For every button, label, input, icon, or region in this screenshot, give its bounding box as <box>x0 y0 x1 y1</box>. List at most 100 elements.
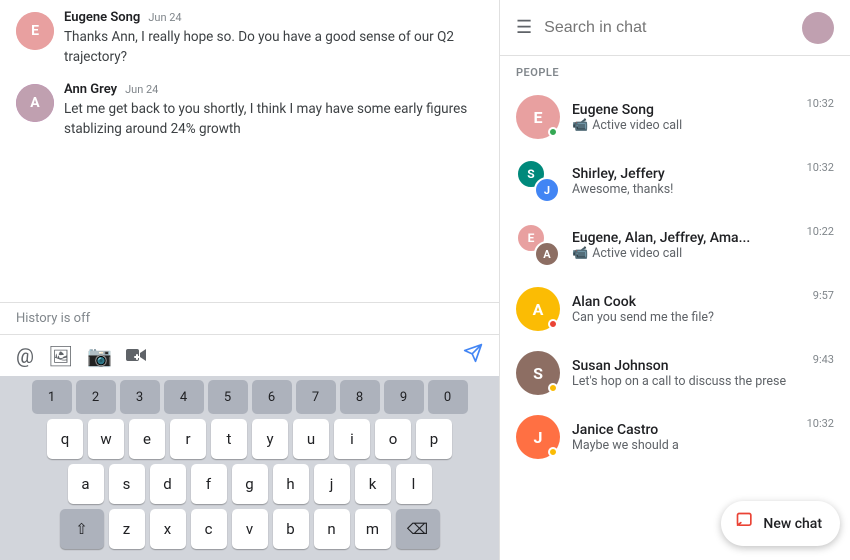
key-letter[interactable]: t <box>211 419 247 459</box>
right-panel: ☰ PEOPLE EEugene Song📹Active video call1… <box>500 0 850 560</box>
key-letter[interactable]: s <box>109 464 145 504</box>
key-letter[interactable]: g <box>232 464 268 504</box>
key-letter[interactable]: l <box>396 464 432 504</box>
input-toolbar: @ 🖼 📷 <box>0 335 499 376</box>
shift-key[interactable]: ⇧ <box>60 509 104 549</box>
chat-preview: Can you send me the file? <box>572 310 801 325</box>
key-letter[interactable]: r <box>170 419 206 459</box>
status-dot <box>548 447 558 457</box>
key-letter[interactable]: x <box>150 509 186 549</box>
key-number[interactable]: 6 <box>252 380 292 414</box>
chat-info: Eugene, Alan, Jeffrey, Ama...📹Active vid… <box>572 230 795 261</box>
key-letter[interactable]: q <box>47 419 83 459</box>
key-number[interactable]: 8 <box>340 380 380 414</box>
message-group: AAnn GreyJun 24Let me get back to you sh… <box>16 82 483 140</box>
left-panel: EEugene SongJun 24Thanks Ann, I really h… <box>0 0 500 560</box>
chat-item[interactable]: S Susan JohnsonLet's hop on a call to dis… <box>500 341 850 405</box>
chat-preview: Maybe we should a <box>572 438 795 453</box>
status-dot <box>548 127 558 137</box>
status-dot <box>548 383 558 393</box>
camera-icon[interactable]: 📷 <box>87 344 112 368</box>
key-letter[interactable]: k <box>355 464 391 504</box>
history-bar: History is off <box>0 302 499 335</box>
key-letter[interactable]: p <box>416 419 452 459</box>
key-number[interactable]: 2 <box>76 380 116 414</box>
chat-info: Alan CookCan you send me the file? <box>572 294 801 325</box>
chat-name: Eugene, Alan, Jeffrey, Ama... <box>572 230 795 246</box>
backspace-key[interactable]: ⌫ <box>396 509 440 549</box>
video-add-icon[interactable] <box>126 344 148 368</box>
mention-icon[interactable]: @ <box>16 344 34 368</box>
key-number[interactable]: 7 <box>296 380 336 414</box>
chat-avatar-wrap: A <box>516 287 560 331</box>
chat-info: Eugene Song📹Active video call <box>572 102 795 133</box>
key-letter[interactable]: w <box>88 419 124 459</box>
keyboard-row-1: qwertyuiop <box>0 419 499 459</box>
key-number[interactable]: 3 <box>120 380 160 414</box>
chat-avatar-wrap: J <box>516 415 560 459</box>
number-row: 1234567890 <box>0 380 499 414</box>
chat-item[interactable]: EEugene Song📹Active video call10:32 <box>500 85 850 149</box>
user-avatar[interactable] <box>802 12 834 44</box>
sender-name: Eugene Song <box>64 10 140 25</box>
chat-avatar-wrap: SJ <box>516 159 560 203</box>
people-section-label: PEOPLE <box>500 56 850 85</box>
key-letter[interactable]: h <box>273 464 309 504</box>
chat-item[interactable]: EAEugene, Alan, Jeffrey, Ama...📹Active v… <box>500 213 850 277</box>
key-number[interactable]: 5 <box>208 380 248 414</box>
new-chat-label: New chat <box>763 516 822 532</box>
key-letter[interactable]: o <box>375 419 411 459</box>
chat-item[interactable]: AAlan CookCan you send me the file?9:57 <box>500 277 850 341</box>
image-icon[interactable]: 🖼 <box>48 344 73 368</box>
message-header: Eugene Song Jun 24 <box>64 10 483 25</box>
message-date: Jun 24 <box>148 11 181 24</box>
key-number[interactable]: 9 <box>384 380 424 414</box>
chat-time: 10:22 <box>807 225 834 238</box>
key-letter[interactable]: m <box>355 509 391 549</box>
send-button[interactable] <box>463 343 483 368</box>
chat-time: 10:32 <box>807 417 834 430</box>
chat-name: Eugene Song <box>572 102 795 118</box>
chat-preview: 📹Active video call <box>572 118 795 133</box>
key-letter[interactable]: c <box>191 509 227 549</box>
key-letter[interactable]: v <box>232 509 268 549</box>
key-letter[interactable]: f <box>191 464 227 504</box>
chat-item[interactable]: SJ Shirley, JefferyAwesome, thanks! 10:32 <box>500 149 850 213</box>
key-number[interactable]: 4 <box>164 380 204 414</box>
new-chat-fab[interactable]: New chat <box>721 501 840 546</box>
chat-time: 9:43 <box>813 353 834 366</box>
chat-avatar-wrap: S <box>516 351 560 395</box>
key-number[interactable]: 0 <box>428 380 468 414</box>
chat-preview: Awesome, thanks! <box>572 182 795 197</box>
chat-time: 10:32 <box>807 97 834 110</box>
key-letter[interactable]: n <box>314 509 350 549</box>
right-panel-wrap: ☰ PEOPLE EEugene Song📹Active video call1… <box>500 0 850 560</box>
message-date: Jun 24 <box>125 83 158 96</box>
key-letter[interactable]: a <box>68 464 104 504</box>
chat-preview: 📹Active video call <box>572 246 795 261</box>
key-letter[interactable]: e <box>129 419 165 459</box>
key-letter[interactable]: d <box>150 464 186 504</box>
message-text: Thanks Ann, I really hope so. Do you hav… <box>64 27 483 68</box>
chat-name: Susan Johnson <box>572 358 801 374</box>
message-group: EEugene SongJun 24Thanks Ann, I really h… <box>16 10 483 68</box>
chat-messages: EEugene SongJun 24Thanks Ann, I really h… <box>0 0 499 302</box>
hamburger-icon[interactable]: ☰ <box>516 17 532 38</box>
key-letter[interactable]: i <box>334 419 370 459</box>
keyboard-row-3: ⇧zxcvbnm⌫ <box>0 509 499 549</box>
key-letter[interactable]: y <box>252 419 288 459</box>
chat-name: Shirley, Jeffery <box>572 166 795 182</box>
key-letter[interactable]: u <box>293 419 329 459</box>
key-number[interactable]: 1 <box>32 380 72 414</box>
key-letter[interactable]: j <box>314 464 350 504</box>
chat-preview: Let's hop on a call to discuss the prese <box>572 374 801 389</box>
search-input[interactable] <box>544 19 790 37</box>
chat-item[interactable]: J Janice CastroMaybe we should a 10:32 <box>500 405 850 469</box>
chat-list: EEugene Song📹Active video call10:32SJShi… <box>500 85 850 560</box>
key-letter[interactable]: b <box>273 509 309 549</box>
key-letter[interactable]: z <box>109 509 145 549</box>
video-call-icon: 📹 <box>572 246 588 261</box>
avatar: A <box>16 84 54 122</box>
chat-info: Janice CastroMaybe we should a <box>572 422 795 453</box>
chat-time: 10:32 <box>807 161 834 174</box>
